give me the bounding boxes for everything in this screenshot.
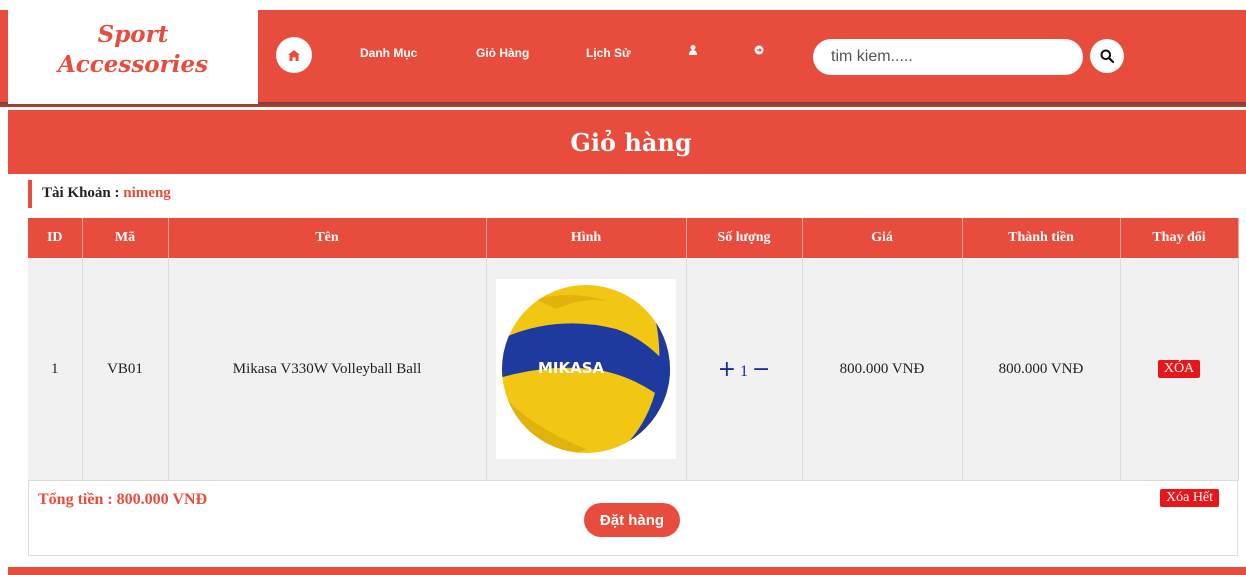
quantity-value: 1 [740, 362, 748, 380]
column-header-price: Giá [802, 218, 963, 258]
cell-code: VB01 [82, 258, 169, 481]
page-title-band: Giỏ hàng [8, 110, 1246, 174]
account-username: nimeng [123, 185, 171, 201]
column-header-id: ID [28, 218, 83, 258]
home-button[interactable] [276, 37, 312, 73]
brand-logo[interactable]: Sport Accessories [8, 10, 258, 104]
sign-out-icon[interactable] [754, 44, 764, 58]
place-order-button[interactable]: Đặt hàng [584, 503, 680, 537]
cart-total: Tổng tiền : 800.000 VNĐ [38, 491, 208, 508]
increase-quantity-button[interactable]: + [718, 357, 736, 382]
brand-line-2: Accessories [57, 51, 209, 78]
table-header-row: ID Mã Tên Hình Số lượng Giá Thành tiền T… [28, 218, 1239, 258]
search-icon [1100, 49, 1114, 63]
column-header-subtotal: Thành tiền [962, 218, 1121, 258]
quantity-control: + 1 − [718, 357, 771, 382]
decrease-quantity-button[interactable]: − [752, 357, 770, 382]
cell-id: 1 [28, 258, 83, 481]
footer-bar [8, 567, 1246, 575]
cell-subtotal: 800.000 VNĐ [962, 258, 1121, 481]
column-header-quantity: Số lượng [686, 218, 803, 258]
clear-cart-button[interactable]: Xóa Hết [1160, 489, 1220, 507]
product-image: MIKASA [496, 279, 676, 459]
cell-product-name: Mikasa V330W Volleyball Ball [168, 258, 487, 481]
cell-price: 800.000 VNĐ [802, 258, 963, 481]
cell-image: MIKASA [486, 258, 687, 481]
cell-actions: XÓA [1120, 258, 1239, 481]
cell-quantity: + 1 − [686, 258, 803, 481]
delete-item-button[interactable]: XÓA [1157, 360, 1201, 378]
column-header-actions: Thay đổi [1120, 218, 1239, 258]
brand-print: MIKASA [538, 359, 605, 377]
nav-danh-muc[interactable]: Danh Mục [360, 46, 417, 60]
column-header-code: Mã [82, 218, 169, 258]
search-input[interactable] [813, 39, 1083, 75]
column-header-name: Tên [168, 218, 487, 258]
column-header-image: Hình [486, 218, 687, 258]
search-button[interactable] [1090, 39, 1124, 73]
brand-line-1: Sport [97, 21, 169, 48]
page-title: Giỏ hàng [570, 128, 692, 157]
nav-gio-hang[interactable]: Giỏ Hàng [476, 46, 529, 60]
nav-lich-su[interactable]: Lịch Sử [586, 46, 631, 60]
account-info: Tài Khoản : nimeng [28, 180, 171, 208]
user-icon[interactable] [689, 44, 697, 58]
table-row: 1 VB01 Mikasa V330W Volleyball Ball MIKA… [28, 258, 1239, 481]
home-icon [288, 49, 300, 61]
cart-table: ID Mã Tên Hình Số lượng Giá Thành tiền T… [28, 218, 1239, 481]
account-label: Tài Khoản : [42, 185, 120, 201]
volleyball-image: MIKASA [502, 285, 670, 453]
